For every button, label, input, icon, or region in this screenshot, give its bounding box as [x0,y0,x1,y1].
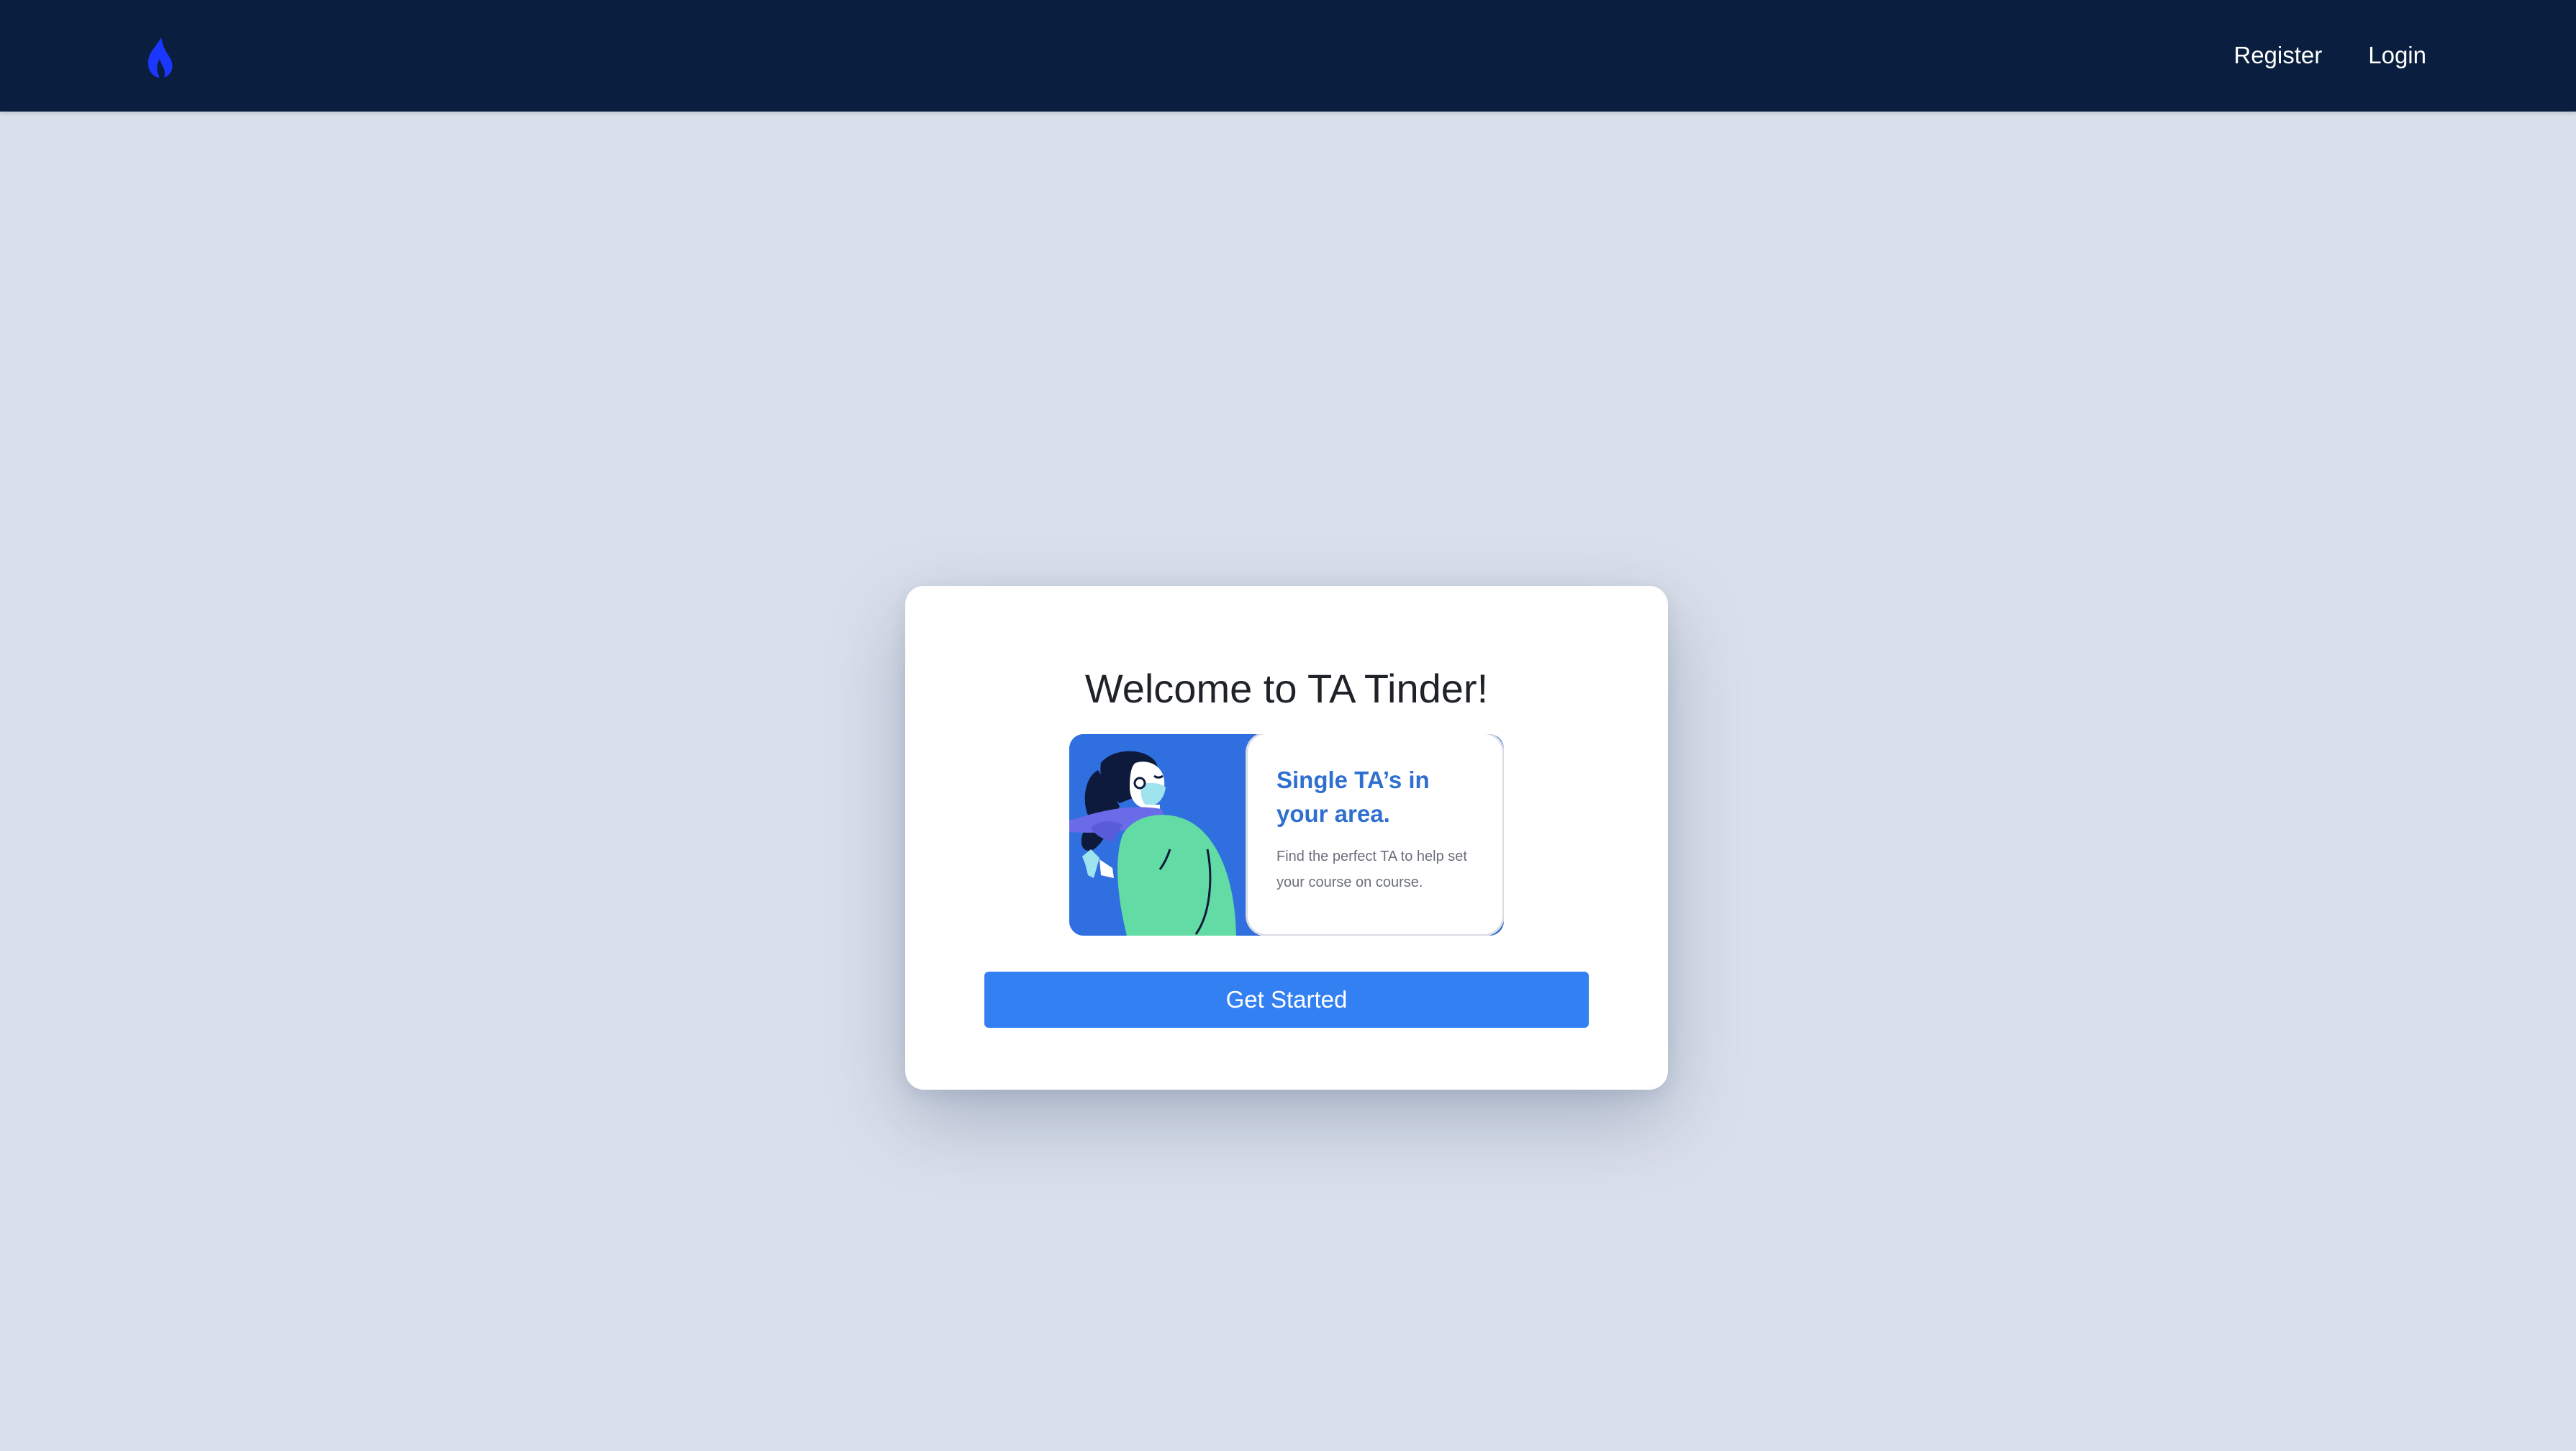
register-link[interactable]: Register [2233,36,2322,75]
promo-banner: Single TA’s in your area. Find the perfe… [1069,734,1504,936]
get-started-button[interactable]: Get Started [984,972,1589,1028]
welcome-card: Welcome to TA Tinder! Single TA’s in you… [905,586,1668,1090]
navbar: Register Login [0,0,2576,112]
flame-icon[interactable] [142,36,177,79]
promo-text: Find the perfect TA to help set your cou… [1276,849,1467,890]
promo-heading: Single TA’s in your area. [1276,767,1430,827]
login-link[interactable]: Login [2368,36,2426,75]
welcome-title: Welcome to TA Tinder! [1084,665,1489,711]
promo-text-panel: Single TA’s in your area. Find the perfe… [1248,734,1502,934]
nav-links: Register Login [2233,36,2426,75]
person-with-scarf-illustration [1069,734,1271,936]
